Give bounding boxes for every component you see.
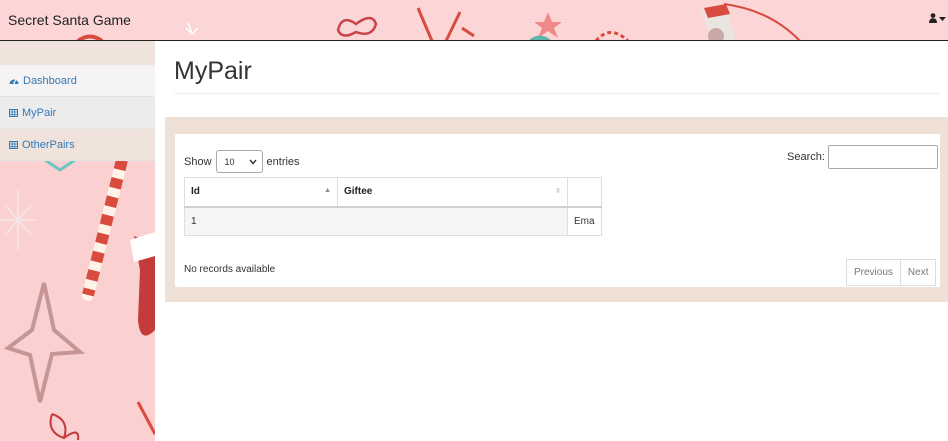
user-menu[interactable] xyxy=(929,13,946,23)
sidebar-item-otherpairs[interactable]: OtherPairs xyxy=(0,129,155,161)
datatable-panel: Show 10 entries Search: Id ▲ Giftee ⇳ 1 … xyxy=(175,134,940,287)
sidebar-item-label: MyPair xyxy=(22,106,57,119)
table-header-row: Id ▲ Giftee ⇳ xyxy=(184,177,602,208)
sort-both-icon: ⇳ xyxy=(555,188,561,195)
sidebar-item-label: OtherPairs xyxy=(22,138,75,151)
show-label: Show xyxy=(184,155,212,168)
pagination: Previous Next xyxy=(846,259,937,286)
cell-id: 1 xyxy=(184,206,568,236)
cell-extra: Ema xyxy=(567,206,602,236)
entries-select[interactable]: 10 xyxy=(215,150,263,173)
brand-title[interactable]: Secret Santa Game xyxy=(8,12,131,28)
search-label: Search: xyxy=(787,151,825,163)
sidebar-item-label: Dashboard xyxy=(23,74,77,87)
next-button[interactable]: Next xyxy=(900,259,937,286)
entries-label: entries xyxy=(266,155,300,168)
search-control: Search: xyxy=(787,145,938,169)
chevron-down-icon xyxy=(248,159,257,165)
previous-button[interactable]: Previous xyxy=(846,259,901,286)
title-divider xyxy=(174,93,940,94)
length-control: Show 10 entries xyxy=(184,150,300,173)
user-icon xyxy=(929,13,937,23)
sidebar-top-strip xyxy=(0,41,155,65)
column-header-giftee[interactable]: Giftee ⇳ xyxy=(337,177,568,208)
sort-asc-icon: ▲ xyxy=(324,187,331,194)
table-icon xyxy=(9,108,18,117)
dashboard-icon xyxy=(9,79,19,84)
column-header-id[interactable]: Id ▲ xyxy=(184,177,338,208)
page-title: MyPair xyxy=(174,57,252,85)
top-navbar: Secret Santa Game xyxy=(0,0,948,41)
search-input[interactable] xyxy=(827,145,938,169)
sidebar: Dashboard MyPair OtherPairs xyxy=(0,41,155,441)
caret-down-icon xyxy=(939,16,946,21)
sidebar-item-dashboard[interactable]: Dashboard xyxy=(0,65,155,97)
column-header-extra xyxy=(567,177,602,208)
entries-select-value: 10 xyxy=(224,156,235,167)
sidebar-item-mypair[interactable]: MyPair xyxy=(0,97,155,129)
pairs-table: Id ▲ Giftee ⇳ 1 Ema xyxy=(184,177,602,236)
table-info: No records available xyxy=(184,264,276,275)
table-icon xyxy=(9,140,18,149)
panel-frame: Show 10 entries Search: Id ▲ Giftee ⇳ 1 … xyxy=(165,117,948,302)
table-row[interactable]: 1 Ema xyxy=(184,206,602,236)
main-content: MyPair Show 10 entries Search: Id ▲ Gift… xyxy=(155,41,948,441)
